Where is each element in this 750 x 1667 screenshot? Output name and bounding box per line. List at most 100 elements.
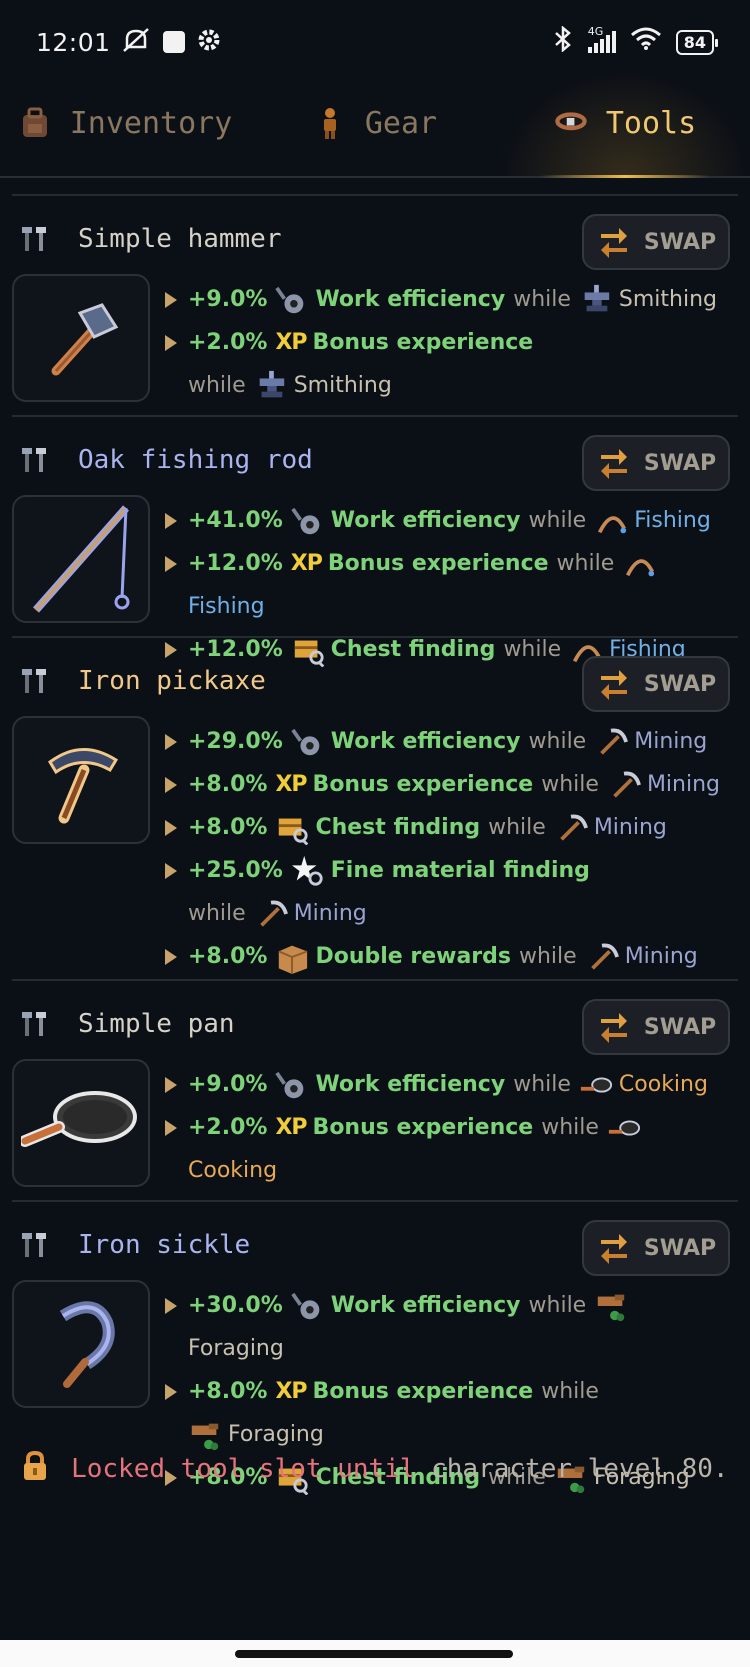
pickaxe-image [12, 716, 150, 844]
effect-skill: Cooking [188, 1158, 278, 1183]
work-efficiency-icon [291, 1292, 320, 1319]
effect-stat: Bonus experience [327, 551, 549, 576]
swap-icon [600, 1234, 627, 1264]
effect-percent: +8.0% [188, 772, 268, 797]
effect-while: while [188, 373, 246, 398]
effect-row: +12.0% XP Bonus experience while Fishing [162, 542, 728, 628]
effect-stat: Work efficiency [315, 287, 506, 312]
tab-inventory-label: Inventory [69, 105, 233, 141]
swap-button[interactable]: SWAP [582, 999, 730, 1055]
effect-stat: Work efficiency [330, 508, 521, 533]
effect-skill: Fishing [188, 594, 265, 619]
tool-slot-icon [22, 1233, 46, 1257]
mining-icon [590, 943, 619, 970]
effect-percent: +25.0% [188, 858, 283, 883]
bullet-arrow-icon [165, 820, 177, 836]
effect-row: +9.0% Work efficiency while Cooking [162, 1063, 728, 1106]
wifi-icon [630, 27, 662, 57]
effect-row: +29.0% Work efficiency while Mining [162, 720, 720, 763]
bullet-arrow-icon [165, 777, 177, 793]
home-indicator[interactable] [235, 1650, 513, 1658]
fine-material-icon [290, 853, 323, 886]
mining-icon [259, 900, 288, 927]
effect-skill: Mining [293, 901, 367, 926]
tool-name: Iron pickaxe [78, 666, 266, 696]
effect-percent: +12.0% [188, 551, 283, 576]
effect-stat: Chest finding [315, 815, 481, 840]
app-notification-icon [162, 31, 185, 53]
bluetooth-icon [552, 25, 574, 58]
pan-image [12, 1059, 150, 1187]
bullet-arrow-icon [165, 556, 177, 572]
locked-level-text: character level 80. [431, 1454, 729, 1484]
swap-button[interactable]: SWAP [582, 1220, 730, 1276]
fishing-icon [597, 515, 629, 535]
effect-row: +8.0% XP Bonus experience while Foraging [162, 1370, 728, 1456]
mining-icon [599, 728, 629, 755]
effect-row: +8.0% Double rewards while Mining [162, 935, 720, 978]
chest-finding-icon [277, 816, 310, 845]
work-efficiency-icon [291, 507, 320, 534]
mining-icon [612, 771, 641, 798]
belt-icon [554, 106, 588, 140]
smithing-icon [259, 370, 284, 397]
effect-row: +9.0% Work efficiency while Smithing [162, 278, 717, 321]
bullet-arrow-icon [165, 734, 177, 750]
bullet-arrow-icon [165, 1077, 177, 1093]
swap-icon [600, 1013, 627, 1043]
locked-slot-notice: Locked tool slot until character level 8… [0, 1450, 750, 1489]
effect-percent: +2.0% [188, 330, 268, 355]
effect-skill: Fishing [634, 508, 711, 533]
effect-percent: +30.0% [188, 1293, 283, 1318]
tool-card-iron-sickle: Iron sickle SWAP +30.0% Work efficiency … [12, 1200, 738, 1495]
tool-name: Simple pan [78, 1009, 235, 1039]
tool-card-simple-hammer: Simple hammer SWAP +9.0% Work efficiency… [12, 194, 738, 415]
effect-percent: +41.0% [188, 508, 283, 533]
effect-stat: Fine material finding [330, 858, 590, 883]
tool-card-oak-fishing-rod: Oak fishing rod SWAP +41.0% Work efficie… [12, 415, 738, 667]
tool-card-simple-pan: Simple pan SWAP +9.0% Work efficiency wh… [12, 979, 738, 1200]
mute-icon [121, 27, 151, 57]
smithing-icon [584, 284, 610, 311]
tab-bar: Inventory Gear Tools [0, 70, 750, 178]
clock: 12:01 [36, 27, 111, 57]
xp-icon: XP [290, 551, 323, 576]
locked-text: Locked tool slot until [71, 1454, 416, 1484]
backpack-icon [18, 106, 52, 140]
effect-while: while [488, 815, 546, 840]
swap-label: SWAP [643, 229, 717, 255]
tab-gear-label: Gear [364, 105, 438, 141]
swap-button[interactable]: SWAP [582, 435, 730, 491]
effect-skill: Smithing [618, 287, 718, 312]
tool-slot-icon [22, 227, 46, 251]
tab-inventory[interactable]: Inventory [0, 70, 250, 176]
tool-name: Oak fishing rod [78, 445, 313, 475]
effect-row: +8.0% Chest finding while Mining [162, 806, 720, 849]
effect-stat: Work efficiency [330, 729, 521, 754]
bullet-arrow-icon [165, 863, 177, 879]
cooking-icon [579, 1076, 612, 1093]
swap-icon [600, 670, 627, 700]
settings-gear-icon [197, 28, 221, 56]
tab-tools[interactable]: Tools [500, 70, 750, 178]
effect-stat: Bonus experience [312, 330, 534, 355]
cooking-icon [607, 1119, 640, 1136]
double-rewards-icon [278, 944, 309, 974]
effect-stat: Work efficiency [330, 1293, 521, 1318]
effect-row: +8.0% XP Bonus experience while Mining [162, 763, 720, 806]
mining-icon [559, 814, 588, 841]
effect-stat: Bonus experience [312, 1379, 534, 1404]
swap-button[interactable]: SWAP [582, 214, 730, 270]
tool-name: Simple hammer [78, 224, 282, 254]
tool-card-iron-pickaxe: Iron pickaxe SWAP +29.0% Work efficiency… [12, 636, 738, 979]
tab-gear[interactable]: Gear [250, 70, 500, 176]
swap-button[interactable]: SWAP [582, 656, 730, 712]
effect-percent: +8.0% [188, 815, 268, 840]
padlock-icon [21, 1450, 49, 1489]
effect-percent: +9.0% [188, 1072, 268, 1097]
swap-label: SWAP [643, 1014, 717, 1040]
effect-while: while [541, 1379, 599, 1404]
bullet-arrow-icon [165, 949, 177, 965]
cellular-signal-icon: 4G [587, 25, 616, 53]
network-type: 4G [587, 25, 604, 38]
